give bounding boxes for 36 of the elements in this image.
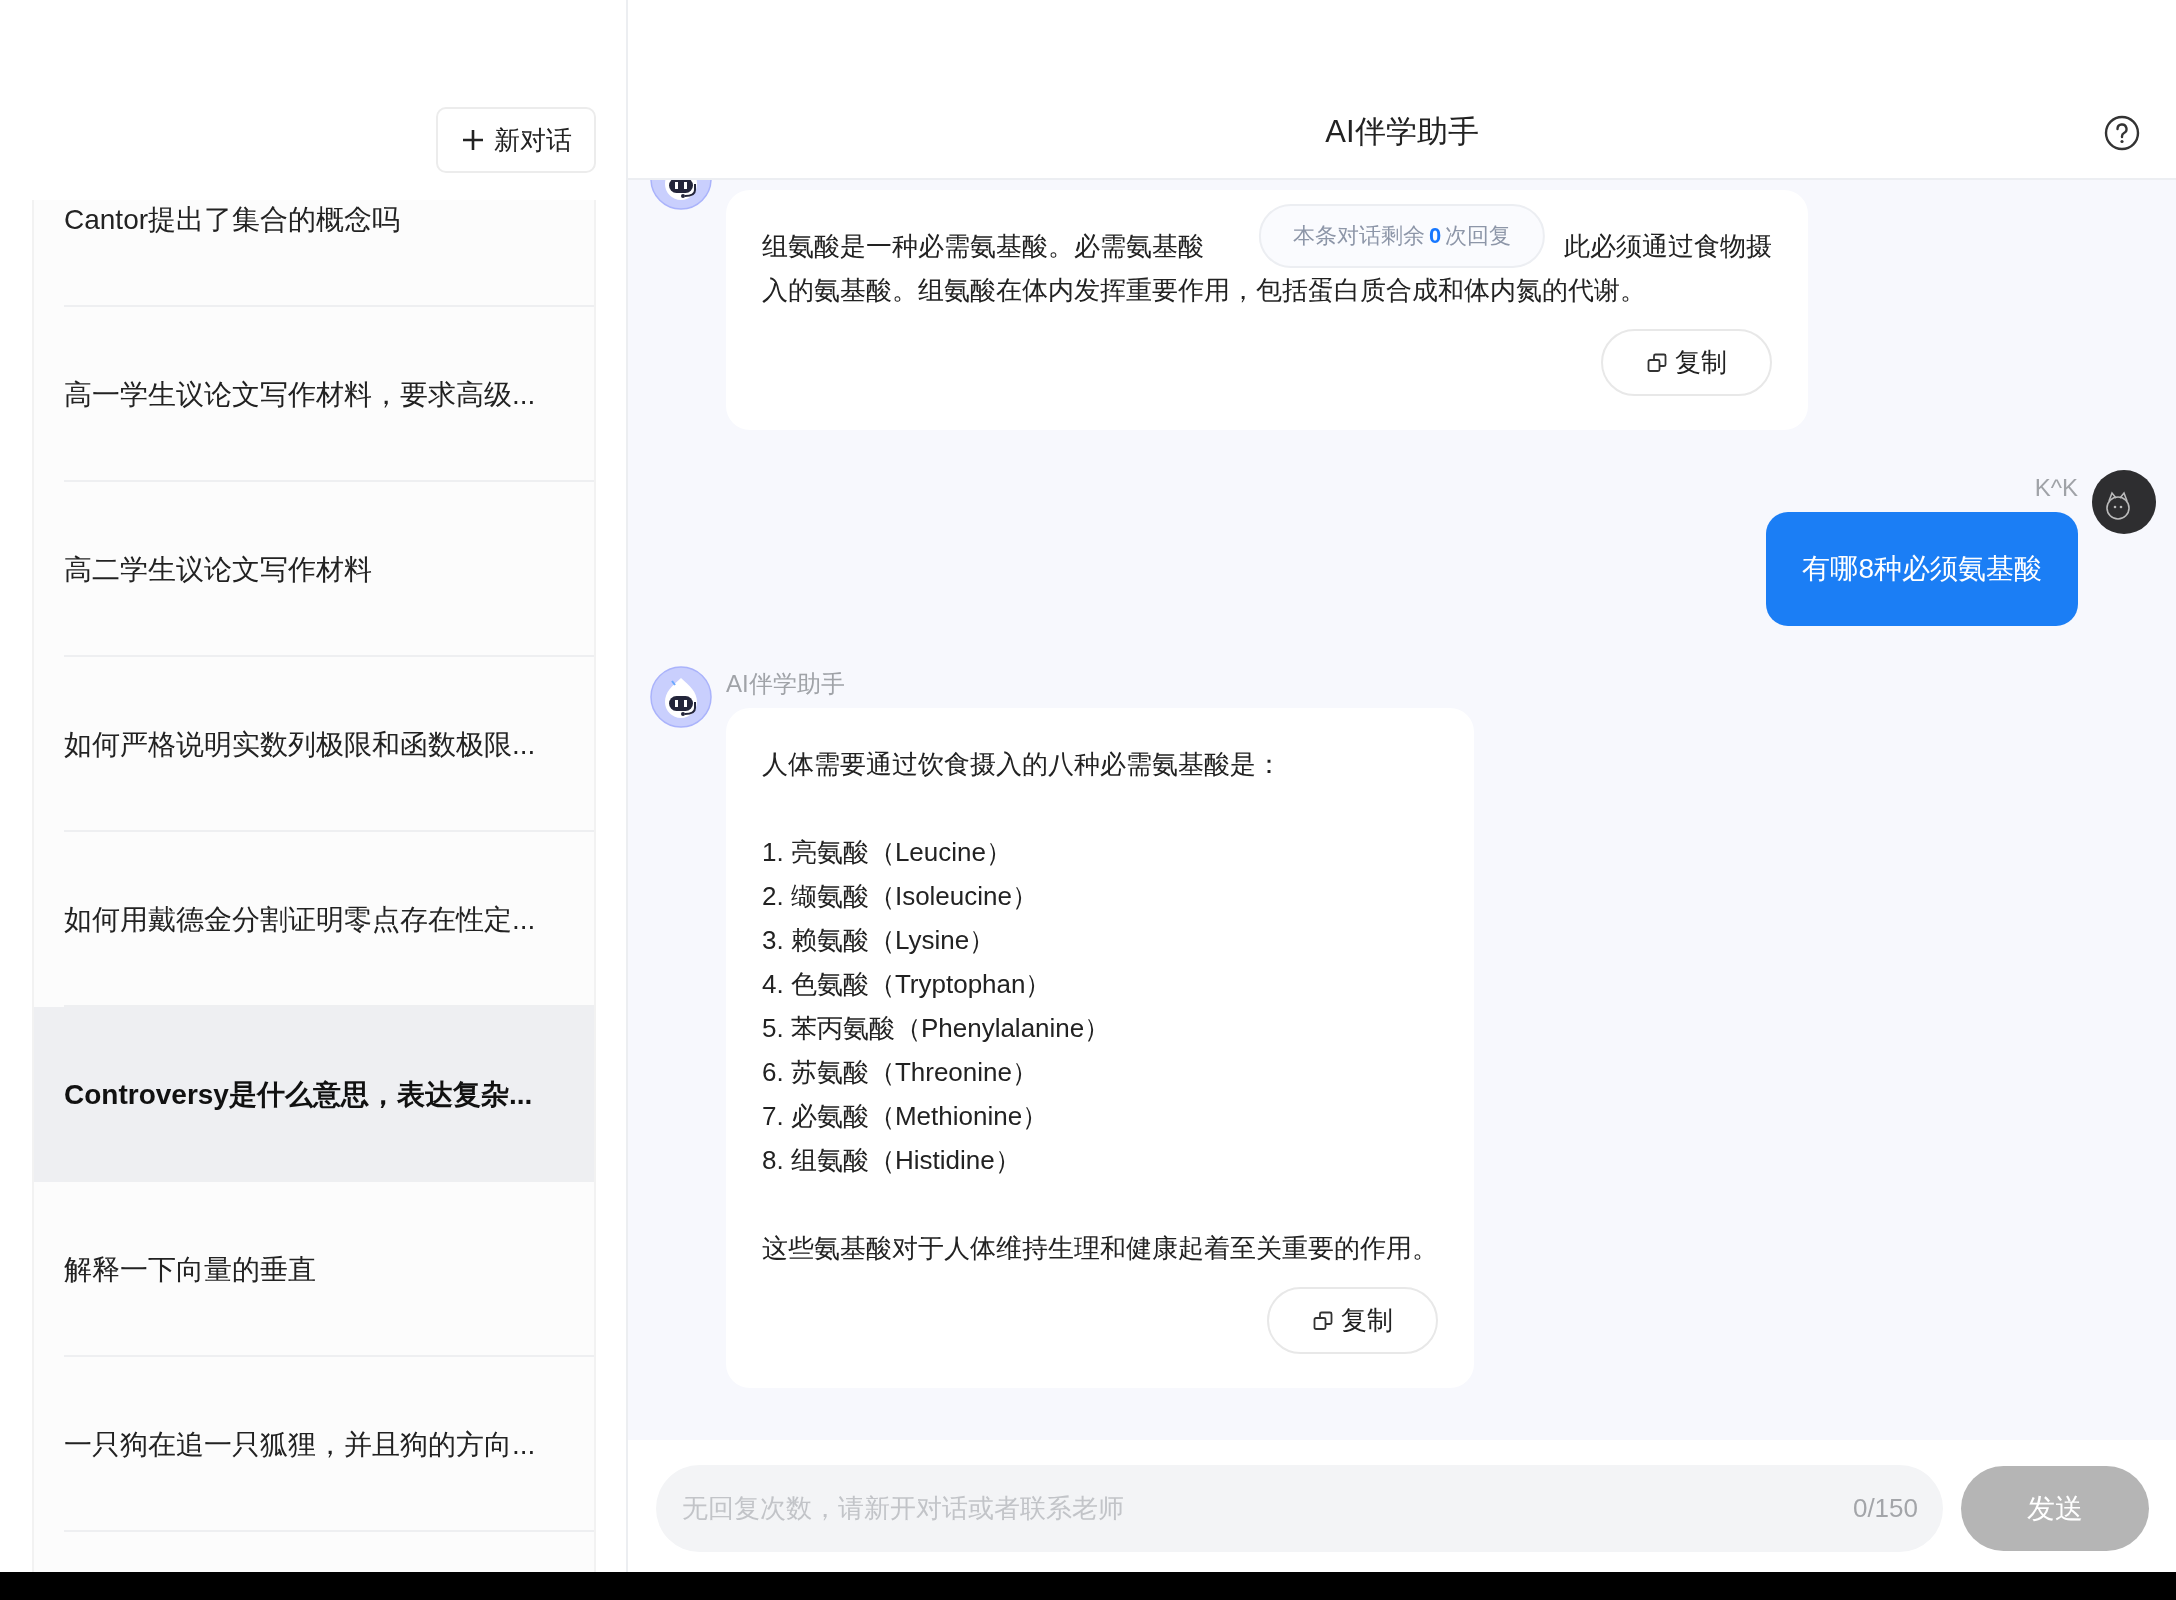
list-item-text: 7. 必氨酸（Methionine） — [762, 1100, 1050, 1133]
conversation-item[interactable]: Cantor提出了集合的概念吗 — [34, 200, 594, 307]
help-icon[interactable] — [2104, 115, 2140, 151]
list-item-text: 1. 亮氨酸（Leucine） — [762, 836, 1013, 869]
copy-button[interactable]: 复制 — [1601, 329, 1772, 396]
list-item-text: 3. 赖氨酸（Lysine） — [762, 924, 997, 957]
reply-quota-notice: 本条对话剩余 0 次回复 — [1258, 204, 1546, 268]
robot-avatar-icon — [650, 666, 712, 728]
new-chat-button[interactable]: 新对话 — [436, 107, 596, 173]
conversation-item[interactable]: 高二学生议论文写作材料 — [34, 482, 594, 657]
copy-icon — [1312, 1310, 1333, 1331]
plus-icon — [462, 129, 484, 151]
copy-button[interactable]: 复制 — [1267, 1287, 1438, 1354]
user-message-bubble: 有哪8种必须氨基酸 — [1766, 512, 2078, 626]
list-item-text: 4. 色氨酸（Tryptophan） — [762, 968, 1053, 1001]
conversation-item[interactable]: 高一学生议论文写作材料，要求高级... — [34, 307, 594, 482]
list-item-text: 5. 苯丙氨酸（Phenylalanine） — [762, 1012, 1112, 1045]
message-text: 人体需要通过饮食摄入的八种必需氨基酸是： — [762, 748, 1283, 781]
message-text: 此必须通过食物摄 — [1564, 230, 1772, 263]
conversation-item[interactable]: Controversy是什么意思，表达复杂... — [34, 1007, 594, 1182]
user-avatar-icon — [2092, 470, 2156, 534]
sender-name: AI伴学助手 — [726, 669, 845, 699]
list-item-text: 2. 缬氨酸（Isoleucine） — [762, 880, 1039, 913]
copy-icon — [1646, 352, 1667, 373]
conversation-item[interactable]: 如何用戴德金分割证明零点存在性定... — [34, 832, 594, 1007]
list-item-text: 6. 苏氨酸（Threonine） — [762, 1056, 1039, 1089]
conversation-item[interactable]: 一只狗在追一只狐狸，并且狗的方向... — [34, 1357, 594, 1532]
message-text: 这些氨基酸对于人体维持生理和健康起着至关重要的作用。 — [762, 1232, 1438, 1265]
message-text: 入的氨基酸。组氨酸在体内发挥重要作用，包括蛋白质合成和体内氮的代谢。 — [762, 274, 1646, 307]
conversation-item[interactable]: 解释一下向量的垂直 — [34, 1182, 594, 1357]
chat-title: AI伴学助手 — [1325, 113, 1479, 151]
conversation-item[interactable]: 如何严格说明实数列极限和函数极限... — [34, 657, 594, 832]
message-text: 组氨酸是一种必需氨基酸。必需氨基酸 — [762, 230, 1204, 263]
list-item-text: 8. 组氨酸（Histidine） — [762, 1144, 1022, 1177]
sender-name: K^K — [2034, 474, 2078, 502]
character-counter: 0/150 — [1852, 1493, 1918, 1524]
